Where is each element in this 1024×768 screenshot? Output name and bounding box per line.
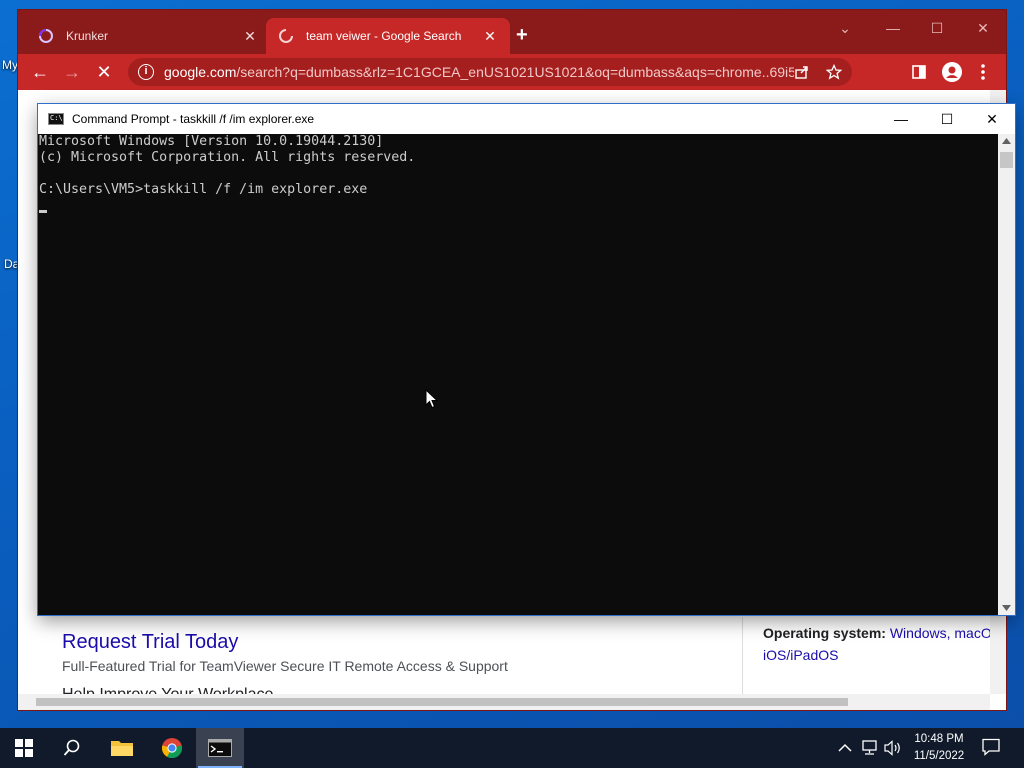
start-button[interactable] bbox=[0, 728, 48, 768]
close-button[interactable]: ✕ bbox=[968, 20, 998, 37]
volume-button[interactable] bbox=[884, 740, 902, 759]
page-horizontal-scrollbar[interactable] bbox=[18, 694, 990, 710]
taskbar: 10:48 PM 11/5/2022 bbox=[0, 728, 1024, 768]
taskbar-clock[interactable]: 10:48 PM 11/5/2022 bbox=[906, 731, 972, 765]
tab-strip: Krunker ✕ team veiwer - Google Search ✕ … bbox=[18, 10, 1006, 54]
ad-description: Full-Featured Trial for TeamViewer Secur… bbox=[62, 658, 508, 674]
desktop-icon-label[interactable]: My bbox=[2, 58, 18, 72]
scroll-up-arrow-icon[interactable] bbox=[1002, 138, 1011, 144]
mouse-pointer-icon bbox=[425, 389, 439, 409]
scrollbar-thumb[interactable] bbox=[36, 698, 848, 706]
browser-toolbar: ← → ✕ i google.com/search?q=dumbass&rlz=… bbox=[18, 54, 1006, 90]
console-output[interactable]: Microsoft Windows [Version 10.0.19044.21… bbox=[39, 134, 998, 614]
cmd-minimize-button[interactable]: — bbox=[878, 104, 924, 134]
tab-close-icon[interactable]: ✕ bbox=[240, 28, 260, 45]
cmd-taskbar-button[interactable] bbox=[196, 728, 244, 768]
profile-avatar-icon[interactable] bbox=[942, 62, 962, 82]
forward-button[interactable]: → bbox=[60, 62, 84, 83]
tab-title: team veiwer - Google Search bbox=[306, 29, 462, 43]
show-hidden-icons-button[interactable] bbox=[838, 740, 852, 756]
console-app-icon: C:\ bbox=[48, 113, 64, 125]
taskbar-search-button[interactable] bbox=[48, 728, 96, 768]
side-panel-icon[interactable] bbox=[912, 65, 926, 79]
notification-icon bbox=[982, 738, 1000, 756]
back-button[interactable]: ← bbox=[28, 62, 52, 83]
knowledge-panel: Operating system: Windows, macOS iOS/iPa… bbox=[742, 617, 1001, 694]
kebab-menu-icon[interactable] bbox=[980, 64, 986, 80]
new-tab-button[interactable]: + bbox=[516, 24, 528, 47]
chrome-icon bbox=[161, 738, 183, 759]
tab-title: Krunker bbox=[66, 29, 109, 43]
notifications-button[interactable] bbox=[982, 738, 1000, 759]
ad-title-link[interactable]: Request Trial Today bbox=[62, 631, 238, 654]
os-value-2[interactable]: iOS/iPadOS bbox=[763, 647, 838, 663]
folder-icon bbox=[111, 741, 133, 756]
windows-logo-icon bbox=[15, 739, 33, 757]
console-line: (c) Microsoft Corporation. All rights re… bbox=[39, 150, 416, 165]
tab-close-icon[interactable]: ✕ bbox=[480, 28, 500, 45]
console-icon bbox=[208, 739, 232, 757]
minimize-button[interactable]: — bbox=[878, 20, 908, 36]
network-icon bbox=[862, 740, 877, 755]
chevron-up-icon bbox=[838, 743, 852, 752]
cmd-scrollbar[interactable] bbox=[998, 134, 1015, 615]
chrome-taskbar-button[interactable] bbox=[148, 728, 196, 768]
search-icon bbox=[63, 739, 80, 756]
bookmark-star-icon[interactable] bbox=[826, 64, 842, 80]
os-label: Operating system: bbox=[763, 625, 886, 641]
krunker-favicon-icon bbox=[39, 29, 53, 43]
loading-spinner-icon bbox=[279, 29, 293, 43]
tab-google-search[interactable]: team veiwer - Google Search ✕ bbox=[266, 18, 510, 54]
site-info-icon[interactable]: i bbox=[138, 64, 154, 80]
os-info: Operating system: Windows, macOS bbox=[763, 625, 1001, 641]
cmd-title-text: Command Prompt - taskkill /f /im explore… bbox=[72, 112, 315, 126]
console-line: C:\Users\VM5>taskkill /f /im explorer.ex… bbox=[39, 182, 368, 197]
share-icon[interactable] bbox=[794, 64, 810, 80]
console-line: Microsoft Windows [Version 10.0.19044.21… bbox=[39, 134, 384, 149]
tab-krunker[interactable]: Krunker ✕ bbox=[26, 18, 270, 54]
cmd-title-bar[interactable]: C:\ Command Prompt - taskkill /f /im exp… bbox=[38, 104, 1015, 134]
clock-time: 10:48 PM bbox=[914, 733, 964, 745]
text-cursor bbox=[39, 210, 47, 213]
clock-date: 11/5/2022 bbox=[913, 750, 965, 762]
os-value[interactable]: Windows, macOS bbox=[886, 625, 1001, 641]
url-host: google.com bbox=[164, 64, 237, 80]
scrollbar-thumb[interactable] bbox=[1000, 152, 1013, 168]
address-bar[interactable]: i google.com/search?q=dumbass&rlz=1C1GCE… bbox=[128, 58, 852, 86]
file-explorer-button[interactable] bbox=[98, 728, 146, 768]
stop-loading-button[interactable]: ✕ bbox=[92, 62, 116, 83]
url-text[interactable]: google.com/search?q=dumbass&rlz=1C1GCEA_… bbox=[164, 64, 794, 80]
maximize-button[interactable]: ☐ bbox=[922, 20, 952, 37]
speaker-icon bbox=[884, 740, 900, 756]
cmd-maximize-button[interactable]: ☐ bbox=[924, 104, 970, 134]
cmd-close-button[interactable]: ✕ bbox=[969, 104, 1015, 134]
command-prompt-window[interactable]: C:\ Command Prompt - taskkill /f /im exp… bbox=[38, 104, 1015, 615]
url-path: /search?q=dumbass&rlz=1C1GCEA_enUS1021US… bbox=[236, 64, 794, 80]
scroll-down-arrow-icon[interactable] bbox=[1002, 605, 1011, 611]
tab-search-icon[interactable]: ⌄ bbox=[830, 20, 860, 37]
network-status-button[interactable] bbox=[862, 740, 880, 759]
